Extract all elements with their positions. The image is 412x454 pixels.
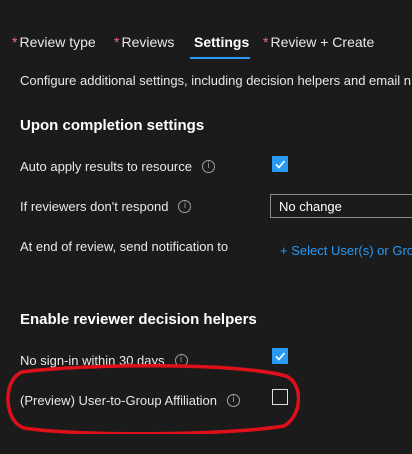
info-icon[interactable]: i <box>178 200 192 213</box>
tab-reviews[interactable]: * Reviews <box>114 34 174 50</box>
required-marker: * <box>12 34 18 50</box>
checkmark-icon <box>275 160 286 169</box>
tab-label: Review type <box>19 34 96 50</box>
tab-label: Reviews <box>121 34 175 50</box>
no-respond-label: If reviewers don't respond <box>20 199 169 214</box>
no-respond-row: If reviewers don't respond i <box>20 199 192 214</box>
tab-review-type[interactable]: * Review type <box>12 34 96 50</box>
auto-apply-checkbox[interactable] <box>272 156 288 172</box>
info-icon[interactable]: i <box>201 160 215 173</box>
tab-review-create[interactable]: * Review + Create <box>263 34 374 50</box>
decision-helpers-heading: Enable reviewer decision helpers <box>20 311 257 328</box>
required-marker: * <box>263 34 269 50</box>
tab-settings[interactable]: Settings <box>194 34 249 50</box>
no-respond-dropdown[interactable]: No change <box>270 194 412 218</box>
completion-settings-heading: Upon completion settings <box>20 117 205 134</box>
auto-apply-label: Auto apply results to resource <box>20 159 192 174</box>
tab-label: Settings <box>194 34 250 50</box>
dropdown-value: No change <box>279 199 342 214</box>
required-marker: * <box>114 34 120 50</box>
tab-label: Review + Create <box>270 34 375 50</box>
checkmark-icon <box>275 352 286 361</box>
wizard-tabs: * Review type * Reviews Settings * Review +… <box>0 0 412 84</box>
select-users-link[interactable]: + Select User(s) or Grou <box>280 243 412 258</box>
red-annotation-ellipse <box>6 364 300 434</box>
settings-description: Configure additional settings, including… <box>20 73 411 88</box>
end-notify-label: At end of review, send notification to <box>20 239 229 254</box>
no-signin-checkbox[interactable] <box>272 348 288 364</box>
end-notify-row: At end of review, send notification to <box>20 239 228 254</box>
active-tab-indicator <box>190 57 250 59</box>
auto-apply-row: Auto apply results to resource i <box>20 159 215 174</box>
